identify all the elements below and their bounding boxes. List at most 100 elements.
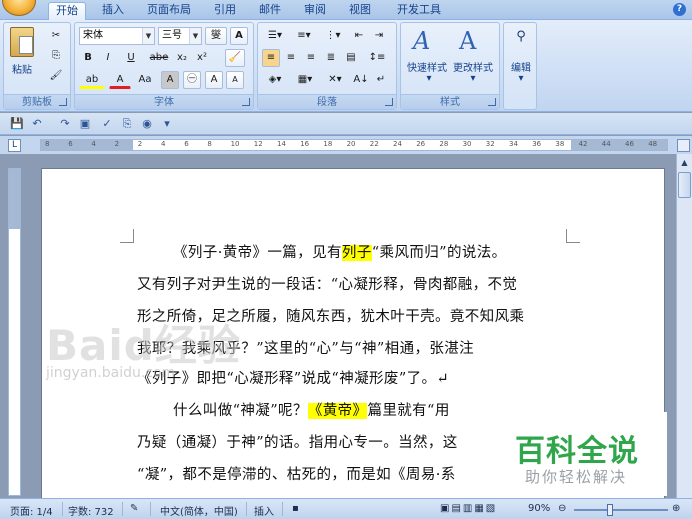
underline-button[interactable]: U: [119, 49, 143, 67]
line-spacing-icon[interactable]: ↕≡: [364, 49, 390, 67]
multilevel-list-icon[interactable]: ⋮▾: [320, 27, 346, 45]
tab-mailings[interactable]: 邮件: [252, 2, 288, 20]
grow-font-button[interactable]: A: [205, 71, 223, 89]
chinese-layout-icon[interactable]: ✕▾: [322, 71, 348, 89]
copy-icon[interactable]: ⎘: [48, 47, 64, 65]
shading-icon[interactable]: ◈▾: [262, 71, 288, 89]
insert-mode[interactable]: 插入: [254, 503, 274, 518]
shrink-font-button[interactable]: A: [226, 71, 244, 89]
ruler-tick-label: 44: [601, 140, 611, 148]
quick-styles-icon[interactable]: A: [413, 27, 439, 55]
tab-home[interactable]: 开始: [48, 2, 86, 20]
tab-page-layout[interactable]: 页面布局: [140, 2, 198, 20]
print-preview-icon[interactable]: ▣: [78, 117, 92, 131]
document-line[interactable]: 又有列子对尹生说的一段话：“心凝形释，骨肉都融，不觉: [137, 273, 517, 294]
tab-references[interactable]: 引用: [207, 2, 243, 20]
numbering-icon[interactable]: ≡▾: [291, 27, 317, 45]
align-right-icon[interactable]: ≡: [302, 49, 320, 67]
clear-formatting-icon[interactable]: 🧹: [225, 49, 245, 67]
proofing-icon[interactable]: ✎: [130, 503, 138, 514]
document-line[interactable]: 乃疑（通凝）于神”的话。指用心专一。当然，这: [137, 431, 458, 452]
borders-icon[interactable]: ▦▾: [292, 71, 318, 89]
decrease-indent-icon[interactable]: ⇤: [350, 27, 368, 45]
scroll-thumb[interactable]: [678, 172, 691, 198]
align-center-icon[interactable]: ≡: [282, 49, 300, 67]
document-line[interactable]: “凝”，都不是停滞的、枯死的，而是如《周易·系: [137, 463, 456, 484]
char-shading-button[interactable]: A: [161, 71, 179, 89]
vertical-scrollbar[interactable]: ▲: [676, 154, 692, 498]
save-icon[interactable]: 💾: [10, 117, 24, 131]
subscript-button[interactable]: x₂: [173, 49, 191, 67]
tab-developer[interactable]: 开发工具: [388, 2, 450, 20]
binoculars-icon[interactable]: ⚲: [511, 29, 531, 45]
styles-group: A 快速样式 ▾ A 更改样式 ▾ 样式: [400, 22, 500, 110]
status-bar: 页面: 1/4 字数: 732 ✎ 中文(简体，中国) 插入 ▪ ▣▤▥▦▧ 9…: [0, 498, 692, 519]
justify-icon[interactable]: ≣: [322, 49, 340, 67]
char-border-button[interactable]: A: [230, 27, 248, 45]
horizontal-ruler[interactable]: 8 6 4 2 2 4 6 8 10 12 14 16 18 20 22 24 26 28 30 32 34 36 38 42…: [40, 139, 668, 151]
tab-insert[interactable]: 插入: [95, 2, 131, 20]
change-styles-button[interactable]: 更改样式: [449, 59, 497, 74]
highlight-color-icon[interactable]: ab: [79, 71, 105, 89]
show-marks-icon[interactable]: ↵: [372, 71, 390, 89]
vertical-ruler[interactable]: [8, 168, 21, 496]
zoom-in-icon[interactable]: ⊕: [672, 503, 680, 514]
superscript-button[interactable]: x²: [193, 49, 211, 67]
font-color-icon[interactable]: A: [109, 71, 131, 89]
spelling-icon[interactable]: ✓: [100, 117, 114, 131]
align-left-icon[interactable]: ≡: [262, 49, 280, 67]
help-icon[interactable]: ?: [673, 3, 686, 16]
tab-review[interactable]: 审阅: [297, 2, 333, 20]
document-line[interactable]: 《列子·黄帝》一篇，见有列子“乘风而归”的说法。: [173, 241, 507, 262]
ruler-toggle-icon[interactable]: [677, 139, 690, 152]
bold-button[interactable]: B: [79, 49, 97, 67]
editing-button[interactable]: 编辑: [506, 59, 536, 74]
badge-title: 百科全说: [515, 434, 639, 469]
zoom-out-icon[interactable]: ⊖: [558, 503, 566, 514]
word-count[interactable]: 字数: 732: [68, 503, 114, 518]
increase-indent-icon[interactable]: ⇥: [370, 27, 388, 45]
customize-toolbar-icon[interactable]: ▾: [160, 117, 174, 131]
document-line[interactable]: 什么叫做“神凝”呢？《黄帝》篇里就有“用: [173, 399, 450, 420]
strikethrough-button[interactable]: abe: [147, 49, 171, 67]
language-indicator[interactable]: 中文(简体，中国): [160, 503, 238, 518]
scroll-up-icon[interactable]: ▲: [678, 156, 691, 170]
enclose-char-button[interactable]: ㊀: [183, 71, 201, 89]
quick-access-toolbar: 💾 ↶ ↷ ▣ ✓ ⎘ ◉ ▾: [0, 113, 692, 135]
bullets-icon[interactable]: ☰▾: [262, 27, 288, 45]
paragraph-launcher-icon[interactable]: [385, 98, 393, 106]
chevron-down-icon: ▼: [189, 28, 201, 44]
cut-icon[interactable]: ✂: [48, 27, 64, 45]
font-launcher-icon[interactable]: [242, 98, 250, 106]
ruler-tick-label: 2: [137, 140, 143, 148]
office-button[interactable]: [2, 0, 36, 16]
font-name-combo[interactable]: 宋体 ▼: [79, 27, 155, 45]
paste-button[interactable]: 粘贴: [8, 61, 36, 76]
baidu-watermark: Baid经验: [46, 321, 241, 370]
italic-button[interactable]: I: [99, 49, 117, 67]
quick-styles-button[interactable]: 快速样式: [403, 59, 451, 74]
change-styles-icon[interactable]: A: [459, 27, 485, 55]
page-count[interactable]: 页面: 1/4: [10, 503, 53, 518]
tab-selector-icon[interactable]: L: [8, 139, 21, 152]
copy-icon[interactable]: ⎘: [120, 117, 134, 131]
font-size-combo[interactable]: 三号 ▼: [158, 27, 202, 45]
clipboard-launcher-icon[interactable]: [59, 98, 67, 106]
record-icon[interactable]: ◉: [140, 117, 154, 131]
paste-icon[interactable]: [10, 27, 34, 57]
zoom-slider[interactable]: [574, 509, 668, 511]
tab-view[interactable]: 视图: [342, 2, 378, 20]
phonetic-guide-button[interactable]: 燮: [205, 27, 227, 45]
undo-icon[interactable]: ↶: [30, 117, 44, 131]
styles-launcher-icon[interactable]: [488, 98, 496, 106]
ruler-tick-label: 8: [45, 140, 50, 148]
format-painter-icon[interactable]: 🖌: [48, 67, 64, 85]
distributed-icon[interactable]: ▤: [342, 49, 360, 67]
zoom-slider-thumb[interactable]: [607, 504, 613, 516]
zoom-level[interactable]: 90%: [528, 503, 550, 514]
sort-icon[interactable]: A↓: [352, 71, 370, 89]
macro-record-icon[interactable]: ▪: [292, 503, 299, 514]
view-buttons-icon[interactable]: ▣▤▥▦▧: [440, 503, 497, 514]
redo-icon[interactable]: ↷: [58, 117, 72, 131]
change-case-button[interactable]: Aa: [133, 71, 157, 89]
